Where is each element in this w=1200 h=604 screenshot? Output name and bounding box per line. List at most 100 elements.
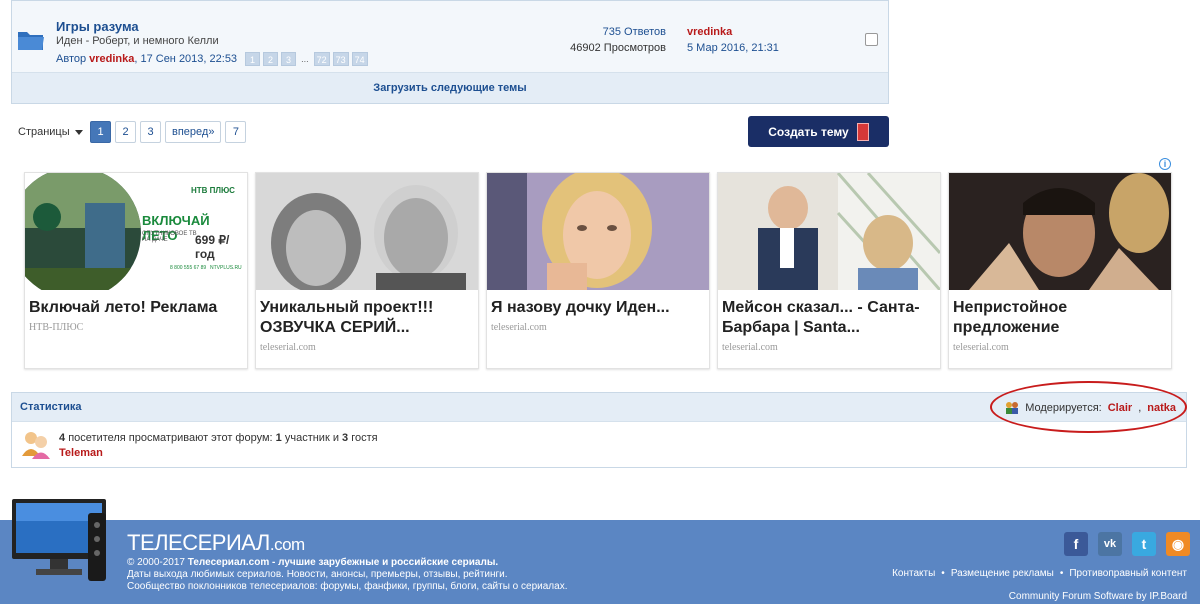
ad-image bbox=[256, 173, 478, 290]
guests-text: гостя bbox=[351, 432, 378, 444]
create-topic-label: Создать тему bbox=[768, 124, 849, 139]
ad-title[interactable]: Включай лето! Реклама bbox=[25, 290, 247, 318]
members-text: участник и bbox=[284, 432, 339, 444]
ad-banner-site: NTVPLUS.RU bbox=[210, 265, 242, 271]
topic-date: , 17 Сен 2013, 22:53 bbox=[134, 53, 238, 65]
topic-page-link[interactable]: 2 bbox=[263, 52, 279, 66]
ad-info-icon[interactable]: i bbox=[1159, 158, 1171, 170]
next-page-link[interactable]: вперед» bbox=[165, 121, 222, 143]
social-links: f vk t ◉ bbox=[1064, 532, 1190, 556]
moderated-label: Модерируется: bbox=[1025, 402, 1102, 414]
replies-count-link[interactable]: 735 Ответов bbox=[603, 26, 666, 38]
ad-card[interactable]: НТВ ПЛЮС ВКЛЮЧАЙ ЛЕТО СПУТНИКОВОЕ ТВ НА … bbox=[24, 172, 248, 369]
footer-link-separator: • bbox=[941, 568, 945, 579]
ad-card[interactable]: Я назову дочку Иден... teleserial.com bbox=[486, 172, 710, 369]
guests-count: 3 bbox=[342, 432, 349, 444]
site-logo[interactable]: ТЕЛЕСЕРИАЛ.com bbox=[127, 530, 305, 556]
ad-image: НТВ ПЛЮС ВКЛЮЧАЙ ЛЕТО СПУТНИКОВОЕ ТВ НА … bbox=[25, 173, 247, 290]
users-online-icon bbox=[22, 432, 50, 459]
visitors-text: посетителя просматривают этот форум: bbox=[68, 432, 273, 444]
ad-card[interactable]: Мейсон сказал... - Санта-Барбара | Santa… bbox=[717, 172, 941, 369]
topic-page-link[interactable]: 1 bbox=[245, 52, 261, 66]
ad-source: teleserial.com bbox=[260, 342, 316, 353]
create-topic-button[interactable]: Создать тему bbox=[748, 116, 889, 147]
ad-card[interactable]: Уникальный проект!!! ОЗВУЧКА СЕРИЙ... te… bbox=[255, 172, 479, 369]
ad-source: teleserial.com bbox=[491, 322, 547, 333]
last-page-link[interactable]: 7 bbox=[225, 121, 247, 143]
topic-page-link[interactable]: 74 bbox=[351, 52, 368, 66]
ad-title[interactable]: Непристойное предложение bbox=[949, 290, 1171, 338]
ad-source: НТВ-ПЛЮС bbox=[29, 322, 84, 333]
ad-source: teleserial.com bbox=[953, 342, 1009, 353]
visitors-summary: 4 посетителя просматривают этот форум: 1… bbox=[59, 432, 378, 444]
facebook-icon[interactable]: f bbox=[1064, 532, 1088, 556]
moderators-line: Модерируется: Clair , natka bbox=[1005, 401, 1176, 415]
topic-title-link[interactable]: Игры разума bbox=[56, 19, 139, 34]
topic-row[interactable]: Игры разума Иден - Роберт, и немного Кел… bbox=[12, 1, 888, 73]
topic-description: Иден - Роберт, и немного Келли bbox=[56, 35, 219, 47]
ad-title[interactable]: Я назову дочку Иден... bbox=[487, 290, 709, 318]
footer-links: Контакты • Размещение рекламы • Противоп… bbox=[892, 568, 1187, 579]
page-link[interactable]: 2 bbox=[115, 121, 136, 143]
views-count: 46902 Просмотров bbox=[570, 42, 666, 54]
statistics-header: Статистика Модерируется: Clair , natka bbox=[12, 393, 1186, 422]
footer-line-3: Сообщество поклонников телесериалов: фор… bbox=[127, 581, 568, 592]
topic-page-link[interactable]: 73 bbox=[332, 52, 349, 66]
ad-title[interactable]: Мейсон сказал... - Санта-Барбара | Santa… bbox=[718, 290, 940, 338]
site-name: Телесериал.com bbox=[187, 557, 270, 568]
powered-by-link[interactable]: Community Forum Software by IP.Board bbox=[1009, 591, 1187, 602]
pages-label: Страницы bbox=[18, 126, 70, 138]
twitter-icon[interactable]: t bbox=[1132, 532, 1156, 556]
ad-banner-phone: 8 800 555 67 89 bbox=[170, 265, 207, 271]
forum-statistics: Статистика Модерируется: Clair , natka 4… bbox=[11, 392, 1187, 468]
last-post-user-link[interactable]: vredinka bbox=[687, 26, 732, 38]
ad-title[interactable]: Уникальный проект!!! ОЗВУЧКА СЕРИЙ... bbox=[256, 290, 478, 338]
logo-suffix: .com bbox=[269, 535, 305, 554]
folder-icon bbox=[18, 32, 44, 50]
topic-list: Игры разума Иден - Роберт, и немного Кел… bbox=[11, 0, 889, 104]
moderator-link[interactable]: natka bbox=[1147, 402, 1176, 414]
advertising-link[interactable]: Размещение рекламы bbox=[951, 568, 1054, 579]
logo-text: ТЕЛЕСЕРИАЛ bbox=[127, 530, 270, 555]
footer-line-2: Даты выхода любимых сериалов. Новости, а… bbox=[127, 569, 508, 580]
vk-icon[interactable]: vk bbox=[1098, 532, 1122, 556]
pages-dropdown[interactable]: Страницы bbox=[18, 126, 83, 138]
load-more-topics-button[interactable]: Загрузить следующие темы bbox=[12, 73, 888, 103]
online-user-link[interactable]: Teleman bbox=[59, 447, 103, 459]
topic-page-link[interactable]: 3 bbox=[281, 52, 297, 66]
page-link-current[interactable]: 1 bbox=[90, 121, 111, 143]
ad-banner-subtitle: СПУТНИКОВОЕ ТВ НА ДАЧЕ bbox=[142, 231, 197, 243]
rss-icon[interactable]: ◉ bbox=[1166, 532, 1190, 556]
ad-image bbox=[718, 173, 940, 290]
footer-link-separator: • bbox=[1059, 568, 1064, 579]
page-link[interactable]: 3 bbox=[140, 121, 161, 143]
moderators-icon bbox=[1006, 402, 1019, 414]
copyright-prefix: © 2000-2017 bbox=[127, 557, 185, 568]
last-post-date-link[interactable]: 5 Мар 2016, 21:31 bbox=[687, 42, 779, 54]
caret-down-icon bbox=[74, 129, 83, 135]
ad-banner-brand: НТВ ПЛЮС bbox=[191, 186, 235, 195]
topic-select-checkbox[interactable] bbox=[865, 33, 878, 46]
footer-copyright: © 2000-2017 Телесериал.com - лучшие зару… bbox=[127, 557, 567, 593]
author-prefix: Автор bbox=[56, 53, 87, 65]
moderator-link[interactable]: Clair bbox=[1108, 402, 1132, 414]
contacts-link[interactable]: Контакты bbox=[892, 568, 935, 579]
statistics-body: 4 посетителя просматривают этот форум: 1… bbox=[12, 422, 1186, 468]
tv-icon bbox=[12, 499, 106, 581]
moderator-separator: , bbox=[1138, 402, 1142, 414]
ad-source: teleserial.com bbox=[722, 342, 778, 353]
copyright-line: © 2000-2017 Телесериал.com - лучшие зару… bbox=[127, 557, 567, 569]
statistics-title: Статистика bbox=[20, 401, 82, 413]
ad-card[interactable]: Непристойное предложение teleserial.com bbox=[948, 172, 1172, 369]
ad-banner-price: 699 ₽/год bbox=[195, 233, 230, 261]
visitors-count: 4 bbox=[59, 432, 66, 444]
topic-meta: Автор vredinka , 17 Сен 2013, 22:53 1 2 … bbox=[56, 52, 368, 66]
illegal-content-link[interactable]: Противоправный контент bbox=[1069, 568, 1187, 579]
new-topic-icon bbox=[856, 122, 869, 141]
topic-page-link[interactable]: 72 bbox=[313, 52, 330, 66]
ad-image bbox=[949, 173, 1171, 290]
ad-image bbox=[487, 173, 709, 290]
site-tagline: - лучшие зарубежные и российские сериалы… bbox=[269, 557, 499, 568]
author-link[interactable]: vredinka bbox=[89, 53, 134, 65]
topic-mini-pagination: 1 2 3 ... 72 73 74 bbox=[245, 52, 368, 66]
